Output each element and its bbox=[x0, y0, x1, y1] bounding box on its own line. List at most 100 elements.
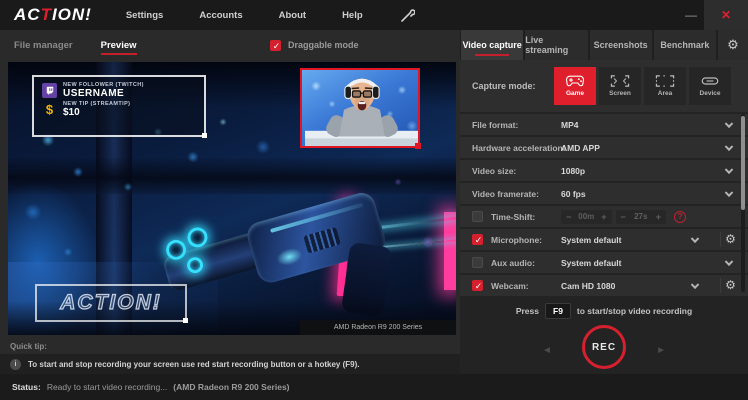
time-shift-checkbox[interactable] bbox=[472, 211, 483, 222]
close-button[interactable]: ✕ bbox=[704, 0, 748, 30]
microphone-checkbox[interactable] bbox=[472, 234, 483, 245]
rec-button[interactable]: REC bbox=[582, 325, 626, 369]
minimize-button[interactable]: — bbox=[678, 8, 704, 22]
status-bar: Status: Ready to start video recording..… bbox=[0, 374, 748, 400]
help-icon[interactable]: ? bbox=[674, 211, 686, 223]
video-size-label: Video size: bbox=[472, 166, 516, 176]
aux-audio-label: Aux audio: bbox=[491, 258, 535, 268]
gamepad-icon bbox=[565, 75, 585, 87]
capture-mode-game[interactable]: Game bbox=[554, 67, 596, 105]
webcam-overlay[interactable] bbox=[300, 68, 420, 148]
webcam-gear-icon[interactable]: ⚙ bbox=[720, 278, 740, 293]
capture-mode-options: Game Screen Area Device bbox=[554, 67, 731, 105]
video-size-row[interactable]: Video size: 1080p bbox=[460, 160, 748, 181]
game-preview: NEW FOLLOWER (TWITCH) USERNAME $ NEW TIP… bbox=[8, 62, 456, 335]
video-size-value: 1080p bbox=[561, 166, 585, 176]
tip-amount: $10 bbox=[63, 107, 130, 118]
file-format-row[interactable]: File format: MP4 bbox=[460, 114, 748, 135]
webcam-checkbox[interactable] bbox=[472, 280, 483, 291]
scrollbar-thumb[interactable] bbox=[741, 116, 745, 210]
wrench-icon[interactable] bbox=[399, 8, 415, 24]
draggable-mode-toggle[interactable]: Draggable mode bbox=[270, 30, 460, 60]
next-arrow-icon[interactable]: ► bbox=[656, 345, 666, 356]
overlay-resize-handle[interactable] bbox=[202, 133, 207, 138]
menu-settings[interactable]: Settings bbox=[126, 10, 163, 21]
draggable-mode-checkbox[interactable] bbox=[270, 40, 281, 51]
video-framerate-row[interactable]: Video framerate: 60 fps bbox=[460, 183, 748, 204]
quick-tip-row: i To start and stop recording your scree… bbox=[0, 354, 460, 374]
settings-gear-icon[interactable]: ⚙ bbox=[718, 30, 748, 60]
screen-icon bbox=[610, 75, 630, 87]
chevron-down-icon[interactable] bbox=[725, 188, 733, 196]
capture-mode-device[interactable]: Device bbox=[689, 67, 731, 105]
device-icon bbox=[700, 75, 720, 87]
panel-tabs: Video capture Live streaming Screenshots… bbox=[460, 30, 748, 60]
tab-preview[interactable]: Preview bbox=[101, 34, 137, 57]
tab-screenshots[interactable]: Screenshots bbox=[590, 30, 652, 60]
watermark-text: ACTION! bbox=[60, 291, 162, 315]
quick-tip-text: To start and stop recording your screen … bbox=[28, 360, 359, 369]
tab-video-capture[interactable]: Video capture bbox=[461, 30, 523, 60]
prev-arrow-icon[interactable]: ◄ bbox=[542, 345, 552, 356]
watermark-resize-handle[interactable] bbox=[183, 318, 188, 323]
time-shift-label: Time-Shift: bbox=[491, 212, 535, 222]
menu-help[interactable]: Help bbox=[342, 10, 363, 21]
chevron-down-icon[interactable] bbox=[691, 280, 699, 288]
capture-mode-area-label: Area bbox=[658, 90, 672, 97]
microphone-row: Microphone: System default ⚙ bbox=[460, 229, 748, 250]
hardware-acceleration-row[interactable]: Hardware acceleration: AMD APP bbox=[460, 137, 748, 158]
capture-mode-game-label: Game bbox=[566, 90, 584, 97]
time-shift-controls: − 00m + − 27s + ? bbox=[561, 210, 686, 224]
title-bar: ACTION! Settings Accounts About Help — ✕ bbox=[0, 0, 748, 30]
menu-accounts[interactable]: Accounts bbox=[199, 10, 242, 21]
capture-mode-label: Capture mode: bbox=[472, 81, 554, 91]
hotkey-hint: Press F9 to start/stop video recording bbox=[460, 298, 748, 324]
chevron-down-icon[interactable] bbox=[691, 234, 699, 242]
time-shift-row: Time-Shift: − 00m + − 27s + ? bbox=[460, 206, 748, 227]
time-shift-minutes-value: 00m bbox=[576, 212, 596, 221]
capture-mode-area[interactable]: Area bbox=[644, 67, 686, 105]
preview-area: NEW FOLLOWER (TWITCH) USERNAME $ NEW TIP… bbox=[0, 60, 460, 374]
capture-mode-screen[interactable]: Screen bbox=[599, 67, 641, 105]
follower-name: USERNAME bbox=[63, 88, 144, 99]
tab-benchmark[interactable]: Benchmark bbox=[654, 30, 716, 60]
chevron-down-icon[interactable] bbox=[725, 165, 733, 173]
plus-button[interactable]: + bbox=[656, 212, 661, 222]
webcam-resize-handle[interactable] bbox=[415, 143, 421, 149]
file-format-label: File format: bbox=[472, 120, 518, 130]
aux-audio-checkbox[interactable] bbox=[472, 257, 483, 268]
chevron-down-icon[interactable] bbox=[725, 142, 733, 150]
action-watermark[interactable]: ACTION! bbox=[35, 284, 187, 322]
file-format-value: MP4 bbox=[561, 120, 578, 130]
dollar-icon: $ bbox=[42, 102, 57, 117]
tip-alert: $ NEW TIP (STREAMTIP) $10 bbox=[42, 101, 196, 118]
chevron-down-icon[interactable] bbox=[725, 119, 733, 127]
twitch-icon bbox=[42, 83, 57, 98]
panel-scrollbar[interactable] bbox=[741, 114, 745, 292]
plus-button[interactable]: + bbox=[601, 212, 606, 222]
hotkey-post: to start/stop video recording bbox=[577, 306, 692, 316]
microphone-label: Microphone: bbox=[491, 235, 542, 245]
microphone-gear-icon[interactable]: ⚙ bbox=[720, 232, 740, 247]
chevron-down-icon[interactable] bbox=[725, 257, 733, 265]
minus-button[interactable]: − bbox=[566, 212, 571, 222]
webcam-person bbox=[302, 70, 418, 146]
stream-alerts-overlay[interactable]: NEW FOLLOWER (TWITCH) USERNAME $ NEW TIP… bbox=[32, 75, 206, 137]
action-app-window: ACTION! Settings Accounts About Help — ✕… bbox=[0, 0, 748, 400]
status-gpu: (AMD Radeon R9 200 Series) bbox=[173, 382, 289, 392]
video-capture-panel: Capture mode: Game Screen Area Device bbox=[460, 60, 748, 374]
hardware-acceleration-value: AMD APP bbox=[561, 143, 600, 153]
video-framerate-label: Video framerate: bbox=[472, 189, 539, 199]
tab-file-manager[interactable]: File manager bbox=[14, 34, 73, 57]
tab-live-streaming[interactable]: Live streaming bbox=[525, 30, 587, 60]
aux-audio-value: System default bbox=[561, 258, 621, 268]
minus-button[interactable]: − bbox=[621, 212, 626, 222]
rec-button-label: REC bbox=[592, 342, 616, 353]
sub-bar: File manager Preview Draggable mode Vide… bbox=[0, 30, 748, 60]
menu-about[interactable]: About bbox=[279, 10, 306, 21]
aux-audio-row: Aux audio: System default bbox=[460, 252, 748, 273]
webcam-value: Cam HD 1080 bbox=[561, 281, 615, 291]
video-framerate-value: 60 fps bbox=[561, 189, 586, 199]
area-icon bbox=[655, 75, 675, 87]
time-shift-seconds: − 27s + bbox=[616, 210, 667, 224]
